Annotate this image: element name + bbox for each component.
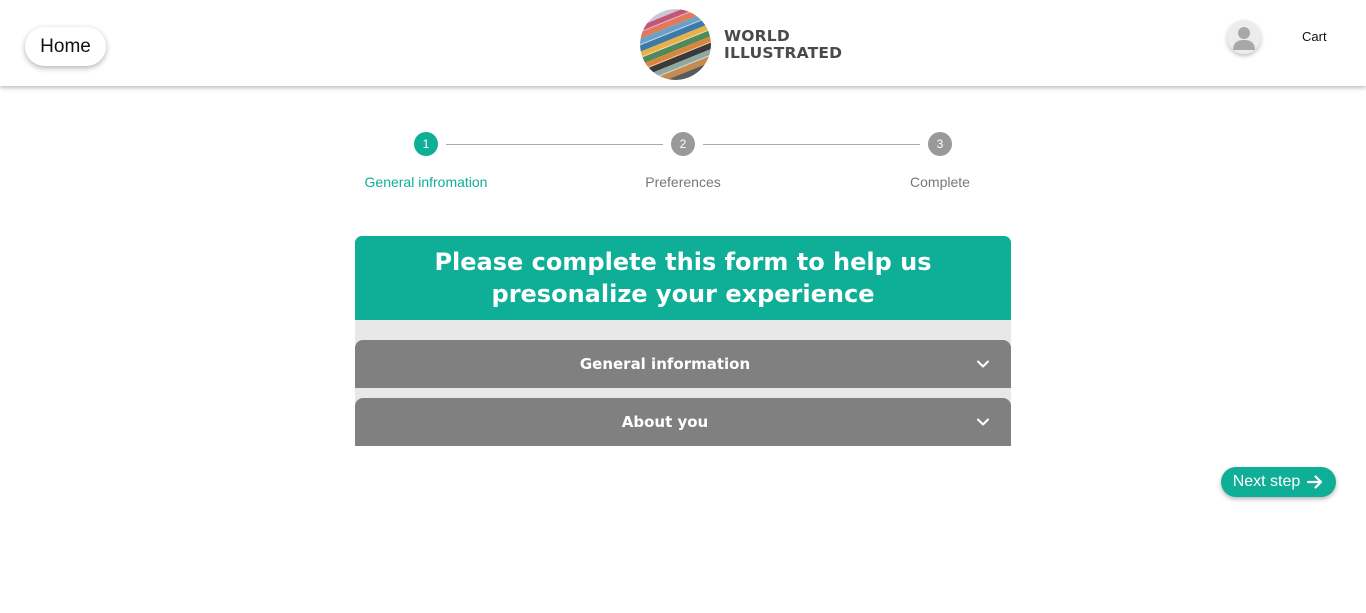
logo-globe-icon xyxy=(640,9,711,80)
arrow-right-icon xyxy=(1307,475,1323,489)
step-1-label: General infromation xyxy=(364,174,488,190)
step-2-indicator[interactable]: 2 xyxy=(671,132,695,156)
home-button[interactable]: Home xyxy=(25,27,106,66)
chevron-down-icon[interactable] xyxy=(975,414,991,430)
step-1-indicator[interactable]: 1 xyxy=(414,132,438,156)
logo-line-2: ILLUSTRATED xyxy=(724,44,843,62)
step-2-label: Preferences xyxy=(645,174,721,190)
step-connector xyxy=(446,144,663,145)
step-3-label: Complete xyxy=(910,174,970,190)
form-header: Please complete this form to help us pre… xyxy=(355,236,1011,320)
next-step-label: Next step xyxy=(1232,473,1301,490)
user-avatar-icon[interactable] xyxy=(1227,20,1261,54)
top-header: Home WORLD ILLUSTRATED Cart xyxy=(0,0,1366,86)
next-step-button[interactable]: Next step xyxy=(1221,467,1336,497)
accordion-about-you[interactable]: About you xyxy=(355,398,1011,446)
form-title: Please complete this form to help us pre… xyxy=(434,248,932,308)
logo-line-1: WORLD xyxy=(724,27,790,45)
step-connector xyxy=(703,144,920,145)
chevron-down-icon[interactable] xyxy=(975,356,991,372)
accordion-label: About you xyxy=(621,413,709,431)
accordion-label: General information xyxy=(579,355,751,373)
logo-text: WORLD ILLUSTRATED xyxy=(724,28,842,62)
step-3-indicator[interactable]: 3 xyxy=(928,132,952,156)
accordion-general-information[interactable]: General information xyxy=(355,340,1011,388)
cart-link[interactable]: Cart xyxy=(1302,29,1327,44)
world-illustrated-logo[interactable]: WORLD ILLUSTRATED xyxy=(640,9,842,81)
